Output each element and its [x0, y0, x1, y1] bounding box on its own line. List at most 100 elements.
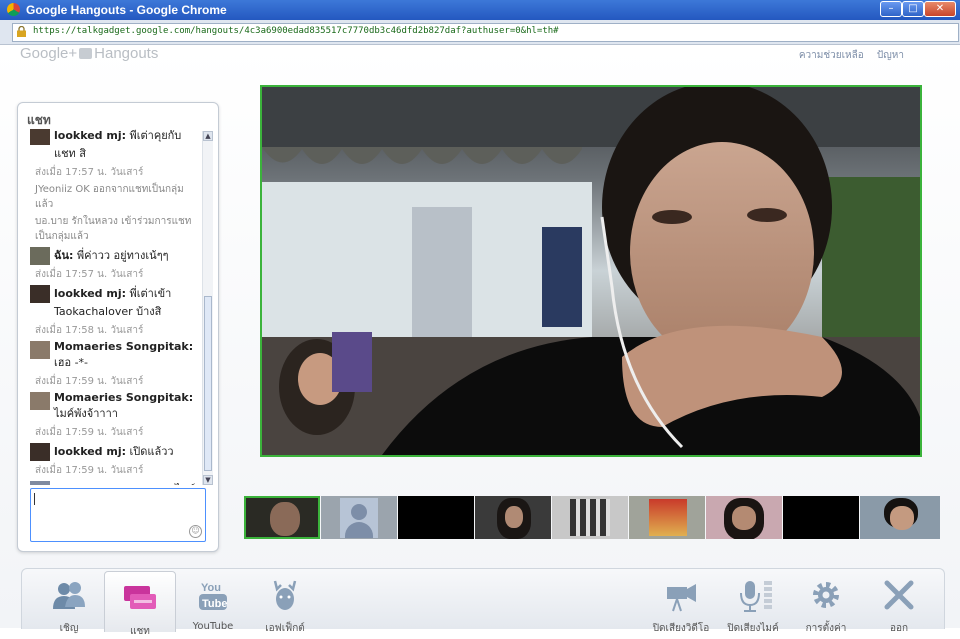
message-sender: Momaeries Songpitak:: [54, 391, 194, 404]
chat-message: Momaeries Songpitak: ไมค์พังจ้าาาา: [18, 390, 200, 424]
participant-thumbnail[interactable]: [398, 496, 474, 539]
logo-text: Google+: [20, 45, 78, 62]
microphone-icon: [740, 581, 772, 612]
text-caret: [34, 493, 35, 505]
browser-title-bar: Google Hangouts - Google Chrome – □ ✕: [0, 0, 960, 20]
minimize-button[interactable]: –: [880, 1, 902, 17]
participant-thumbnail[interactable]: [706, 496, 782, 539]
system-notice: บอ.บาย รักในหลวง เข้าร่วมการแชทเป็นกลุ่ม…: [35, 216, 192, 242]
message-text: เฮอ -*-: [54, 356, 89, 369]
message-sender: lookked mj:: [54, 129, 127, 142]
mute-mic-label: ปิดเสียงไมค์: [727, 623, 779, 634]
youtube-icon: You Tube: [199, 582, 227, 610]
participant-filmstrip: [244, 496, 940, 539]
participant-thumbnail[interactable]: [475, 496, 551, 539]
scrollbar-thumb[interactable]: [204, 296, 212, 471]
participant-thumbnail[interactable]: [244, 496, 320, 539]
chat-message: lookked mj: พี่เต่าคุยกับแชท สิ: [18, 129, 200, 164]
message-sender: Momaeries Songpitak:: [54, 340, 194, 353]
message-timestamp: ส่งเมื่อ 17:57 น. วันเสาร์: [35, 167, 144, 178]
mute-mic-button[interactable]: ปิดเสียงไมค์: [718, 569, 788, 634]
participant-thumbnail[interactable]: [321, 496, 397, 539]
help-link[interactable]: ความช่วยเหลือ: [799, 50, 864, 61]
hangout-toolbar: เชิญ แชท You Tube YouTube เอฟเฟ็กต์ ปิดเส…: [21, 568, 945, 637]
avatar: [30, 481, 50, 485]
chat-panel: แชท lookked mj: พี่เต่าคุยกับแชท สิส่งเม…: [17, 102, 219, 552]
participant-thumbnail[interactable]: [552, 496, 628, 539]
chat-message: Momaeries Songpitak: เฮอ -*-: [18, 339, 200, 373]
settings-button[interactable]: การตั้งค่า: [791, 569, 861, 634]
chat-title: แชท: [27, 113, 51, 127]
exit-button[interactable]: ออก: [864, 569, 934, 634]
avatar: [30, 443, 50, 461]
close-window-button[interactable]: ✕: [924, 1, 956, 17]
chat-message: Apiwan Laohavisit: ไมค์พัง แม้คบคูงาน: [18, 479, 200, 485]
system-notice: JYeoniiz OK ออกจากแชทเป็นกลุ่มแล้ว: [35, 184, 184, 210]
message-timestamp: ส่งเมื่อ 17:59 น. วันเสาร์: [35, 376, 144, 387]
effects-button[interactable]: เอฟเฟ็กต์: [250, 569, 320, 634]
message-sender: Apiwan Laohavisit:: [54, 483, 172, 485]
message-sender: ฉัน:: [54, 249, 74, 262]
participant-thumbnail[interactable]: [783, 496, 859, 539]
top-links: ความช่วยเหลือ ปัญหา: [789, 48, 904, 63]
svg-text:You: You: [201, 582, 221, 594]
chat-message: ฉัน: พี่ค่าวว อยู่ทางเน้ๆๆ: [18, 245, 200, 266]
svg-text:Tube: Tube: [202, 598, 227, 610]
message-timestamp: ส่งเมื่อ 17:59 น. วันเสาร์: [35, 465, 144, 476]
message-timestamp: ส่งเมื่อ 17:57 น. วันเสาร์: [35, 269, 144, 280]
participant-thumbnail[interactable]: [860, 496, 940, 539]
lock-icon: [17, 26, 26, 37]
message-sender: lookked mj:: [54, 287, 127, 300]
effects-label: เอฟเฟ็กต์: [265, 623, 305, 634]
scroll-down-icon[interactable]: ▼: [203, 475, 213, 485]
invite-label: เชิญ: [59, 623, 79, 634]
mute-video-button[interactable]: ปิดเสียงวิดีโอ: [646, 569, 716, 634]
message-timestamp: ส่งเมื่อ 17:58 น. วันเสาร์: [35, 325, 144, 336]
chrome-icon: [7, 3, 20, 16]
settings-label: การตั้งค่า: [805, 623, 847, 634]
chat-message: lookked mj: เปิดแล้วว: [18, 441, 200, 462]
chat-label: แชท: [130, 626, 150, 637]
problem-link[interactable]: ปัญหา: [877, 50, 904, 61]
invite-people-icon: [53, 582, 85, 609]
message-text: พี่ค่าวว อยู่ทางเน้ๆๆ: [76, 249, 169, 262]
chat-button[interactable]: แชท: [104, 571, 176, 637]
effects-icon: [273, 580, 297, 610]
chat-message-list[interactable]: lookked mj: พี่เต่าคุยกับแชท สิส่งเมื่อ …: [18, 129, 200, 485]
chat-message: lookked mj: พี่เต่าเข้า Taokachalover บ้…: [18, 283, 200, 322]
url-field[interactable]: https://talkgadget.google.com/hangouts/4…: [12, 23, 959, 42]
close-icon: [884, 580, 914, 610]
gear-icon: [813, 582, 839, 608]
participant-thumbnail[interactable]: [629, 496, 705, 539]
chat-input[interactable]: ☺: [30, 488, 206, 542]
scroll-up-icon[interactable]: ▲: [203, 131, 213, 141]
mute-video-label: ปิดเสียงวิดีโอ: [652, 623, 710, 634]
message-text: เปิดแล้วว: [129, 445, 174, 458]
chat-icon: [124, 586, 156, 609]
emoticon-icon[interactable]: ☺: [189, 525, 202, 538]
message-sender: lookked mj:: [54, 445, 127, 458]
logo-product: Hangouts: [94, 45, 159, 62]
video-camera-icon: [667, 584, 696, 612]
avatar: [30, 247, 50, 265]
avatar: [30, 341, 50, 359]
hangouts-logo: Google+ Hangouts: [20, 45, 158, 62]
youtube-label: YouTube: [192, 621, 234, 632]
youtube-button[interactable]: You Tube YouTube: [178, 569, 248, 632]
hangouts-logo-icon: [79, 48, 93, 59]
message-timestamp: ส่งเมื่อ 17:59 น. วันเสาร์: [35, 427, 144, 438]
url-text: https://talkgadget.google.com/hangouts/4…: [33, 26, 559, 36]
main-video: [260, 85, 922, 457]
message-text: ไมค์พังจ้าาาา: [54, 407, 118, 420]
avatar: [30, 129, 50, 145]
invite-button[interactable]: เชิญ: [34, 569, 104, 634]
hangouts-page: Google+ Hangouts ความช่วยเหลือ ปัญหา แชท …: [0, 45, 960, 637]
address-bar: https://talkgadget.google.com/hangouts/4…: [0, 20, 960, 45]
avatar: [30, 285, 50, 303]
maximize-button[interactable]: □: [902, 1, 924, 17]
exit-label: ออก: [889, 623, 909, 634]
chat-scrollbar[interactable]: ▲ ▼: [202, 131, 213, 485]
window-title: Google Hangouts - Google Chrome: [26, 3, 227, 17]
video-frame-image: [262, 87, 920, 455]
avatar: [30, 392, 50, 410]
